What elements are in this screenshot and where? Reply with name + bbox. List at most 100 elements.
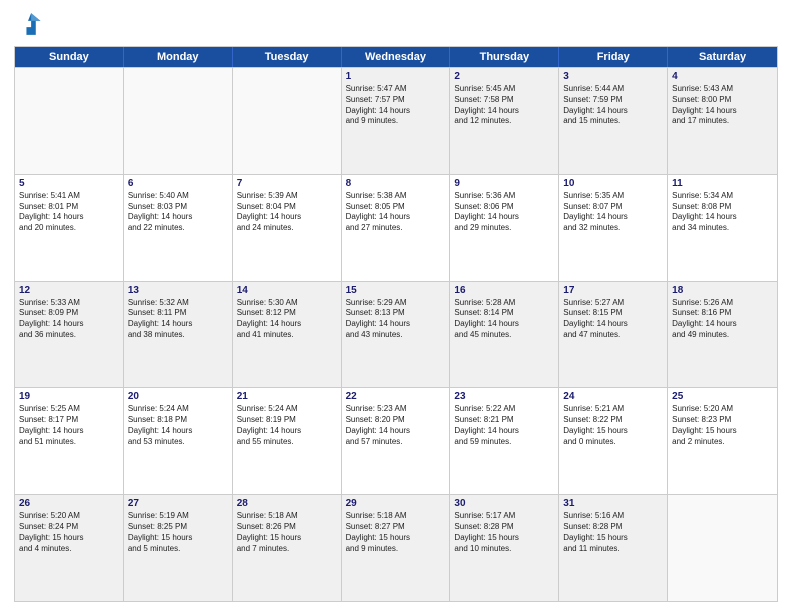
cell-info: Sunrise: 5:28 AM Sunset: 8:14 PM Dayligh…	[454, 298, 554, 341]
cell-info: Sunrise: 5:30 AM Sunset: 8:12 PM Dayligh…	[237, 298, 337, 341]
page: SundayMondayTuesdayWednesdayThursdayFrid…	[0, 0, 792, 612]
cell-info: Sunrise: 5:27 AM Sunset: 8:15 PM Dayligh…	[563, 298, 663, 341]
cell-info: Sunrise: 5:24 AM Sunset: 8:19 PM Dayligh…	[237, 404, 337, 447]
calendar-cell: 8Sunrise: 5:38 AM Sunset: 8:05 PM Daylig…	[342, 175, 451, 281]
cell-info: Sunrise: 5:33 AM Sunset: 8:09 PM Dayligh…	[19, 298, 119, 341]
calendar-cell: 24Sunrise: 5:21 AM Sunset: 8:22 PM Dayli…	[559, 388, 668, 494]
cell-info: Sunrise: 5:29 AM Sunset: 8:13 PM Dayligh…	[346, 298, 446, 341]
cell-info: Sunrise: 5:18 AM Sunset: 8:26 PM Dayligh…	[237, 511, 337, 554]
day-number: 27	[128, 498, 228, 509]
calendar-cell: 20 Sunrise: 5:24 AM Sunset: 8:18 PM Dayli…	[124, 388, 233, 494]
calendar-cell: 5 Sunrise: 5:41 AM Sunset: 8:01 PM Daylig…	[15, 175, 124, 281]
calendar: SundayMondayTuesdayWednesdayThursdayFrid…	[14, 46, 778, 602]
calendar-cell: 29 Sunrise: 5:18 AM Sunset: 8:27 PM Dayli…	[342, 495, 451, 601]
cell-info: Sunrise: 5:25 AM Sunset: 8:17 PM Dayligh…	[19, 404, 119, 447]
day-number: 11	[672, 178, 773, 189]
cell-info: Sunrise: 5:41 AM Sunset: 8:01 PM Dayligh…	[19, 191, 119, 234]
calendar-cell	[15, 68, 124, 174]
cell-info: Sunrise: 5:35 AM Sunset: 8:07 PM Dayligh…	[563, 191, 663, 234]
day-number: 3	[563, 71, 663, 82]
cell-info: Sunrise: 5:34 AM Sunset: 8:08 PM Dayligh…	[672, 191, 773, 234]
calendar-header-row: SundayMondayTuesdayWednesdayThursdayFrid…	[15, 47, 777, 67]
calendar-cell	[233, 68, 342, 174]
day-number: 30	[454, 498, 554, 509]
calendar-cell: 25 Sunrise: 5:20 AM Sunset: 8:23 PM Dayli…	[668, 388, 777, 494]
cell-info: Sunrise: 5:47 AM Sunset: 7:57 PM Dayligh…	[346, 84, 446, 127]
day-number: 15	[346, 285, 446, 296]
day-number: 20	[128, 391, 228, 402]
calendar-cell	[668, 495, 777, 601]
calendar-cell: 2Sunrise: 5:45 AM Sunset: 7:58 PM Daylig…	[450, 68, 559, 174]
day-number: 7	[237, 178, 337, 189]
header	[14, 10, 778, 38]
day-number: 29	[346, 498, 446, 509]
calendar-header-cell: Monday	[124, 47, 233, 67]
calendar-cell: 13Sunrise: 5:32 AM Sunset: 8:11 PM Dayli…	[124, 282, 233, 388]
logo	[14, 10, 46, 38]
calendar-cell: 15 Sunrise: 5:29 AM Sunset: 8:13 PM Dayli…	[342, 282, 451, 388]
cell-info: Sunrise: 5:24 AM Sunset: 8:18 PM Dayligh…	[128, 404, 228, 447]
cell-info: Sunrise: 5:19 AM Sunset: 8:25 PM Dayligh…	[128, 511, 228, 554]
cell-info: Sunrise: 5:23 AM Sunset: 8:20 PM Dayligh…	[346, 404, 446, 447]
day-number: 31	[563, 498, 663, 509]
cell-info: Sunrise: 5:20 AM Sunset: 8:24 PM Dayligh…	[19, 511, 119, 554]
calendar-header-cell: Wednesday	[342, 47, 451, 67]
cell-info: Sunrise: 5:18 AM Sunset: 8:27 PM Dayligh…	[346, 511, 446, 554]
calendar-cell: 14 Sunrise: 5:30 AM Sunset: 8:12 PM Dayli…	[233, 282, 342, 388]
day-number: 9	[454, 178, 554, 189]
calendar-cell: 23 Sunrise: 5:22 AM Sunset: 8:21 PM Dayli…	[450, 388, 559, 494]
calendar-cell: 12 Sunrise: 5:33 AM Sunset: 8:09 PM Dayli…	[15, 282, 124, 388]
day-number: 23	[454, 391, 554, 402]
day-number: 16	[454, 285, 554, 296]
calendar-header-cell: Friday	[559, 47, 668, 67]
calendar-cell: 28 Sunrise: 5:18 AM Sunset: 8:26 PM Dayli…	[233, 495, 342, 601]
calendar-header-cell: Thursday	[450, 47, 559, 67]
calendar-cell: 30 Sunrise: 5:17 AM Sunset: 8:28 PM Dayli…	[450, 495, 559, 601]
day-number: 26	[19, 498, 119, 509]
calendar-cell	[124, 68, 233, 174]
calendar-cell: 27 Sunrise: 5:19 AM Sunset: 8:25 PM Dayli…	[124, 495, 233, 601]
day-number: 13	[128, 285, 228, 296]
calendar-cell: 16 Sunrise: 5:28 AM Sunset: 8:14 PM Dayli…	[450, 282, 559, 388]
cell-info: Sunrise: 5:44 AM Sunset: 7:59 PM Dayligh…	[563, 84, 663, 127]
cell-info: Sunrise: 5:40 AM Sunset: 8:03 PM Dayligh…	[128, 191, 228, 234]
day-number: 5	[19, 178, 119, 189]
cell-info: Sunrise: 5:22 AM Sunset: 8:21 PM Dayligh…	[454, 404, 554, 447]
calendar-cell: 9 Sunrise: 5:36 AM Sunset: 8:06 PM Daylig…	[450, 175, 559, 281]
day-number: 10	[563, 178, 663, 189]
day-number: 25	[672, 391, 773, 402]
calendar-row: 26 Sunrise: 5:20 AM Sunset: 8:24 PM Dayli…	[15, 494, 777, 601]
day-number: 14	[237, 285, 337, 296]
day-number: 1	[346, 71, 446, 82]
calendar-cell: 11 Sunrise: 5:34 AM Sunset: 8:08 PM Dayli…	[668, 175, 777, 281]
cell-info: Sunrise: 5:39 AM Sunset: 8:04 PM Dayligh…	[237, 191, 337, 234]
calendar-cell: 6 Sunrise: 5:40 AM Sunset: 8:03 PM Daylig…	[124, 175, 233, 281]
calendar-row: 12 Sunrise: 5:33 AM Sunset: 8:09 PM Dayli…	[15, 281, 777, 388]
calendar-header-cell: Tuesday	[233, 47, 342, 67]
calendar-cell: 17Sunrise: 5:27 AM Sunset: 8:15 PM Dayli…	[559, 282, 668, 388]
logo-icon	[14, 10, 42, 38]
day-number: 6	[128, 178, 228, 189]
day-number: 8	[346, 178, 446, 189]
calendar-cell: 7 Sunrise: 5:39 AM Sunset: 8:04 PM Daylig…	[233, 175, 342, 281]
cell-info: Sunrise: 5:16 AM Sunset: 8:28 PM Dayligh…	[563, 511, 663, 554]
day-number: 22	[346, 391, 446, 402]
day-number: 28	[237, 498, 337, 509]
calendar-cell: 10 Sunrise: 5:35 AM Sunset: 8:07 PM Dayli…	[559, 175, 668, 281]
cell-info: Sunrise: 5:17 AM Sunset: 8:28 PM Dayligh…	[454, 511, 554, 554]
cell-info: Sunrise: 5:20 AM Sunset: 8:23 PM Dayligh…	[672, 404, 773, 447]
calendar-cell: 31 Sunrise: 5:16 AM Sunset: 8:28 PM Dayli…	[559, 495, 668, 601]
day-number: 12	[19, 285, 119, 296]
calendar-row: 1 Sunrise: 5:47 AM Sunset: 7:57 PM Daylig…	[15, 67, 777, 174]
day-number: 24	[563, 391, 663, 402]
calendar-cell: 19Sunrise: 5:25 AM Sunset: 8:17 PM Dayli…	[15, 388, 124, 494]
day-number: 18	[672, 285, 773, 296]
calendar-cell: 21 Sunrise: 5:24 AM Sunset: 8:19 PM Dayli…	[233, 388, 342, 494]
calendar-header-cell: Sunday	[15, 47, 124, 67]
calendar-row: 5 Sunrise: 5:41 AM Sunset: 8:01 PM Daylig…	[15, 174, 777, 281]
calendar-cell: 18 Sunrise: 5:26 AM Sunset: 8:16 PM Dayli…	[668, 282, 777, 388]
cell-info: Sunrise: 5:26 AM Sunset: 8:16 PM Dayligh…	[672, 298, 773, 341]
cell-info: Sunrise: 5:45 AM Sunset: 7:58 PM Dayligh…	[454, 84, 554, 127]
cell-info: Sunrise: 5:36 AM Sunset: 8:06 PM Dayligh…	[454, 191, 554, 234]
day-number: 21	[237, 391, 337, 402]
